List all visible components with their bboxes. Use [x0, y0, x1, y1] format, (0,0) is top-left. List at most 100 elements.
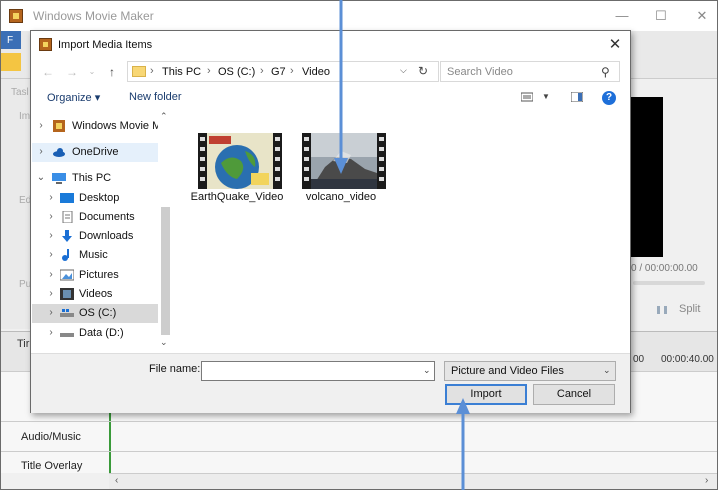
breadcrumb-g7[interactable]: G7 [271, 66, 286, 78]
annotation-arrow-down-icon [334, 0, 348, 174]
tree-item-pictures[interactable]: › Pictures [32, 266, 158, 285]
chevron-down-icon[interactable]: ⌄ [423, 365, 431, 376]
track-label: Title Overlay [21, 460, 83, 472]
chevron-down-icon[interactable]: ⌄ [603, 365, 611, 376]
scroll-down-icon[interactable]: ⌄ [160, 337, 168, 348]
tree-item-videos[interactable]: › Videos [32, 285, 158, 304]
tree-scrollbar[interactable]: ⌃ ⌄ [158, 111, 172, 351]
tree-item-label: Documents [79, 211, 135, 223]
tree-item-documents[interactable]: › Documents [32, 208, 158, 227]
timeline-marker [109, 422, 111, 452]
file-name: volcano_video [305, 191, 377, 203]
title-overlay-track[interactable]: Title Overlay [1, 451, 717, 474]
tree-item-onedrive[interactable]: › OneDrive [32, 143, 158, 162]
scroll-right-icon[interactable]: › [705, 475, 708, 486]
audio-track[interactable]: Audio/Music [1, 421, 717, 452]
help-icon[interactable]: ? [602, 91, 616, 105]
import-task-label[interactable]: Im [19, 111, 30, 122]
preview-pane-icon[interactable] [571, 92, 583, 102]
tasks-pane: Tasl Im Ed Pu [1, 79, 31, 329]
split-button[interactable]: Split [679, 303, 700, 315]
refresh-icon[interactable]: ↻ [418, 64, 428, 78]
video-thumbnail [198, 133, 282, 189]
tree-item-label: This PC [72, 172, 112, 184]
chevron-right-icon[interactable]: › [36, 146, 46, 157]
import-media-dialog: Import Media Items ✕ ← → ⌄ ↑ › This PC ›… [30, 30, 631, 413]
chevron-right-icon[interactable]: › [46, 327, 56, 338]
tree-item-music[interactable]: › Music [32, 246, 158, 265]
timeline-time-b: 00:00:40.00 [661, 354, 714, 365]
change-view-icon[interactable] [521, 92, 533, 102]
chevron-right-icon[interactable]: › [46, 307, 56, 318]
seek-slider[interactable] [633, 281, 705, 285]
close-icon[interactable]: ✕ [687, 5, 717, 27]
timeline-label: Tir [17, 338, 30, 350]
close-icon[interactable]: ✕ [603, 34, 627, 56]
tree-item-os-c[interactable]: › OS (C:) [32, 304, 158, 323]
tree-item-label: Music [79, 249, 108, 261]
file-name-label: File name: [149, 363, 201, 375]
chevron-down-icon[interactable]: ▼ [542, 92, 550, 101]
file-menu-button[interactable]: F [1, 31, 21, 49]
desktop-icon [60, 193, 74, 203]
chevron-right-icon[interactable]: › [46, 288, 56, 299]
breadcrumb-video[interactable]: Video [302, 66, 330, 78]
tree-item-label: Pictures [79, 269, 119, 281]
breadcrumb-os-c[interactable]: OS (C:) [218, 66, 255, 78]
tree-item-downloads[interactable]: › Downloads [32, 227, 158, 246]
tree-item-data-d[interactable]: › Data (D:) [32, 324, 158, 343]
chevron-down-icon[interactable]: ⌄ [36, 172, 46, 183]
search-placeholder: Search Video [447, 66, 513, 78]
breadcrumb-separator-icon[interactable]: › [150, 65, 154, 77]
chevron-right-icon[interactable]: › [36, 120, 46, 131]
drive-icon [60, 333, 74, 337]
command-bar: Organize ▾ New folder ▼ ? [31, 87, 630, 109]
address-bar[interactable]: › This PC › OS (C:) › G7 › Video ⌵ ↻ [127, 61, 439, 82]
search-box[interactable]: Search Video ⚲ [440, 61, 620, 82]
breadcrumb-this-pc[interactable]: This PC [162, 66, 201, 78]
dialog-footer: File name: ⌄ Picture and Video Files ⌄ I… [31, 353, 630, 413]
maximize-icon[interactable]: ☐ [646, 5, 676, 27]
tree-item-this-pc[interactable]: ⌄ This PC [32, 169, 158, 188]
tree-item-windows-movie-maker[interactable]: › Windows Movie M [32, 117, 158, 136]
chevron-right-icon[interactable]: › [46, 192, 56, 203]
scroll-up-icon[interactable]: ⌃ [160, 111, 168, 122]
chevron-down-icon[interactable]: ⌵ [400, 65, 407, 76]
chevron-right-icon[interactable]: › [46, 211, 56, 222]
pictures-icon [60, 269, 74, 281]
file-list: EarthQuake_Video volcano_video [173, 111, 629, 351]
forward-arrow-icon[interactable]: → [63, 63, 81, 81]
navigation-pane: › Windows Movie M › OneDrive ⌄ This PC ›… [32, 111, 172, 351]
folder-icon [132, 66, 146, 77]
breadcrumb-separator-icon[interactable]: › [290, 65, 294, 77]
file-name-input[interactable]: ⌄ [201, 361, 435, 381]
videos-icon [60, 288, 74, 300]
tree-item-desktop[interactable]: › Desktop [32, 189, 158, 208]
film-strip-icon [273, 133, 282, 189]
film-strip-icon [302, 133, 311, 189]
app-titlebar: Windows Movie Maker — ☐ ✕ [1, 1, 717, 31]
search-icon[interactable]: ⚲ [601, 65, 610, 79]
cloud-icon [53, 148, 65, 157]
back-arrow-icon[interactable]: ← [39, 63, 57, 81]
download-icon [62, 230, 72, 242]
file-item[interactable]: EarthQuake_Video [183, 133, 291, 223]
minimize-icon[interactable]: — [607, 5, 637, 27]
chevron-right-icon[interactable]: › [46, 230, 56, 241]
chevron-right-icon[interactable]: › [46, 269, 56, 280]
up-arrow-icon[interactable]: ↑ [103, 63, 121, 81]
navigation-bar: ← → ⌄ ↑ › This PC › OS (C:) › G7 › Video… [31, 59, 630, 85]
breadcrumb-separator-icon[interactable]: › [207, 65, 211, 77]
music-icon [62, 249, 69, 261]
file-type-select[interactable]: Picture and Video Files ⌄ [444, 361, 616, 381]
movie-maker-icon [9, 9, 23, 23]
new-folder-button[interactable]: New folder [129, 91, 182, 103]
chevron-right-icon[interactable]: › [46, 249, 56, 260]
recent-locations-icon[interactable]: ⌄ [83, 63, 101, 81]
organize-button[interactable]: Organize ▾ [47, 91, 100, 104]
timeline-scrollbar[interactable]: ‹ › [109, 473, 717, 489]
breadcrumb-separator-icon[interactable]: › [260, 65, 264, 77]
scroll-left-icon[interactable]: ‹ [115, 475, 118, 486]
cancel-button[interactable]: Cancel [533, 384, 615, 405]
scrollbar-thumb[interactable] [161, 207, 170, 335]
